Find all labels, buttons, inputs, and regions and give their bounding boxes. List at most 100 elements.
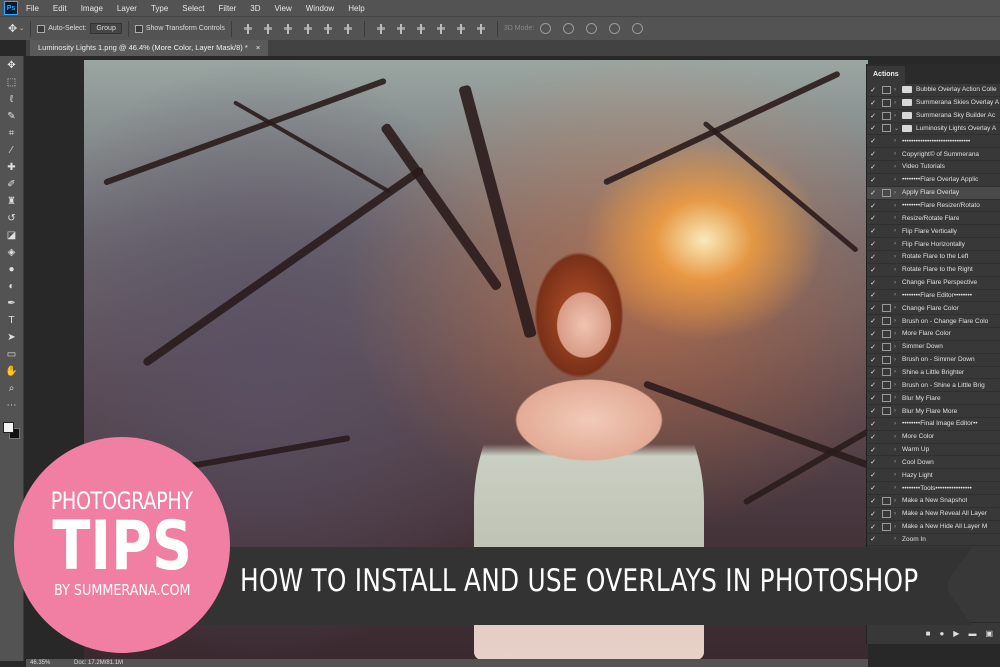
toggle-dialog-icon[interactable] — [882, 85, 891, 94]
hand-tool-icon[interactable]: ✋ — [5, 365, 19, 379]
toggle-dialog-icon[interactable] — [882, 111, 891, 120]
action-item[interactable]: ✓ › ••••••••Flare Resizer/Rotato — [867, 200, 1000, 213]
action-item[interactable]: ✓ › Flip Flare Vertically — [867, 225, 1000, 239]
toggle-item-checkmark-icon[interactable]: ✓ — [867, 189, 879, 197]
action-item[interactable]: ✓ › Cool Down — [867, 456, 1000, 470]
toggle-item-checkmark-icon[interactable]: ✓ — [867, 433, 879, 441]
menu-file[interactable]: File — [26, 4, 39, 13]
expand-arrow-icon[interactable]: ⌄ — [894, 125, 902, 132]
toggle-dialog-icon[interactable] — [882, 266, 891, 274]
menu-layer[interactable]: Layer — [117, 4, 137, 13]
expand-arrow-icon[interactable]: › — [894, 203, 902, 209]
document-tab[interactable]: Luminosity Lights 1.png @ 46.4% (More Co… — [30, 40, 269, 56]
action-item[interactable]: ✓ › Change Flare Color — [867, 302, 1000, 316]
toggle-dialog-icon[interactable] — [882, 150, 891, 158]
action-item[interactable]: ✓ › Brush on - Shine a Little Brig — [867, 379, 1000, 393]
expand-arrow-icon[interactable]: › — [894, 472, 902, 478]
menu-image[interactable]: Image — [81, 4, 103, 13]
toggle-item-checkmark-icon[interactable]: ✓ — [867, 368, 879, 376]
toggle-item-checkmark-icon[interactable]: ✓ — [867, 407, 879, 415]
action-item[interactable]: ✓ › Shine a Little Brighter — [867, 367, 1000, 380]
expand-arrow-icon[interactable]: › — [894, 459, 902, 465]
crop-tool-icon[interactable]: ⌗ — [5, 127, 19, 141]
action-item[interactable]: ✓ › Blur My Flare — [867, 392, 1000, 406]
expand-arrow-icon[interactable]: › — [894, 318, 902, 324]
toggle-item-checkmark-icon[interactable]: ✓ — [867, 266, 879, 274]
record-icon[interactable]: ● — [939, 629, 944, 638]
action-item[interactable]: ✓ › Make a New Reveal All Layer — [867, 508, 1000, 521]
toggle-item-checkmark-icon[interactable]: ✓ — [867, 99, 879, 107]
align-top-icon[interactable] — [242, 23, 253, 34]
toggle-item-checkmark-icon[interactable]: ✓ — [867, 124, 879, 132]
toggle-dialog-icon[interactable] — [882, 342, 891, 351]
action-item[interactable]: ✓ › Bubble Overlay Action Colle — [867, 84, 1000, 97]
toggle-dialog-icon[interactable] — [882, 522, 891, 531]
show-transform-checkbox[interactable] — [134, 24, 143, 33]
action-item[interactable]: ✓ › Copyright© of Summerana — [867, 148, 1000, 162]
toggle-dialog-icon[interactable] — [882, 355, 891, 364]
toggle-dialog-icon[interactable] — [882, 240, 891, 248]
action-item[interactable]: ✓ › Apply Flare Overlay — [867, 186, 1000, 200]
toggle-item-checkmark-icon[interactable]: ✓ — [867, 137, 879, 145]
toggle-dialog-icon[interactable] — [882, 176, 891, 184]
action-item[interactable]: ✓ › Change Flare Perspective — [867, 277, 1000, 290]
action-item[interactable]: ✓ › ••••••••Flare Editor•••••••• — [867, 290, 1000, 303]
toggle-dialog-icon[interactable] — [882, 535, 891, 543]
toggle-item-checkmark-icon[interactable]: ✓ — [867, 214, 879, 222]
toggle-dialog-icon[interactable] — [882, 124, 891, 133]
3d-slide-icon[interactable] — [609, 23, 621, 34]
action-item[interactable]: ✓ › More Color — [867, 431, 1000, 444]
action-item[interactable]: ✓ › Resize/Rotate Flare — [867, 212, 1000, 226]
action-item[interactable]: ✓ › Warm Up — [867, 444, 1000, 457]
expand-arrow-icon[interactable]: › — [894, 164, 902, 170]
new-set-icon[interactable]: ▬ — [968, 629, 976, 638]
align-bottom-icon[interactable] — [282, 23, 293, 34]
toggle-dialog-icon[interactable] — [882, 471, 891, 479]
distribute-hcenter-icon[interactable] — [455, 23, 466, 34]
stop-icon[interactable]: ■ — [926, 629, 931, 638]
toggle-item-checkmark-icon[interactable]: ✓ — [867, 253, 879, 261]
toggle-item-checkmark-icon[interactable]: ✓ — [867, 343, 879, 351]
action-item[interactable]: ✓ › Hazy Light — [867, 469, 1000, 483]
toggle-dialog-icon[interactable] — [882, 509, 891, 518]
3d-scale-icon[interactable] — [632, 23, 644, 34]
toggle-item-checkmark-icon[interactable]: ✓ — [867, 381, 879, 389]
action-item[interactable]: ✓ › •••••••••••••••••••••••••••••• — [867, 135, 1000, 149]
distribute-left-icon[interactable] — [435, 23, 446, 34]
distribute-right-icon[interactable] — [475, 23, 486, 34]
toggle-item-checkmark-icon[interactable]: ✓ — [867, 176, 879, 184]
expand-arrow-icon[interactable]: › — [894, 292, 902, 298]
expand-arrow-icon[interactable]: › — [894, 151, 902, 157]
toggle-item-checkmark-icon[interactable]: ✓ — [867, 86, 879, 94]
expand-arrow-icon[interactable]: › — [894, 408, 902, 414]
toggle-item-checkmark-icon[interactable]: ✓ — [867, 356, 879, 364]
dodge-tool-icon[interactable]: ◐ — [5, 280, 19, 294]
expand-arrow-icon[interactable]: › — [894, 305, 902, 311]
eraser-tool-icon[interactable]: ◪ — [5, 229, 19, 243]
brush-tool-icon[interactable]: ✐ — [5, 178, 19, 192]
expand-arrow-icon[interactable]: › — [894, 434, 902, 440]
toggle-dialog-icon[interactable] — [882, 304, 891, 313]
toggle-dialog-icon[interactable] — [882, 496, 891, 505]
action-item[interactable]: ✓ › Brush on - Change Flare Colo — [867, 315, 1000, 329]
action-item[interactable]: ✓ › Simmer Down — [867, 341, 1000, 354]
toggle-dialog-icon[interactable] — [882, 163, 891, 171]
action-item[interactable]: ✓ › Rotate Flare to the Right — [867, 264, 1000, 277]
action-item[interactable]: ✓ › Make a New Snapshot — [867, 495, 1000, 508]
toggle-item-checkmark-icon[interactable]: ✓ — [867, 304, 879, 312]
toggle-item-checkmark-icon[interactable]: ✓ — [867, 510, 879, 518]
action-item[interactable]: ✓ › More Flare Color — [867, 328, 1000, 341]
clone-stamp-tool-icon[interactable]: ♜ — [5, 195, 19, 209]
toggle-dialog-icon[interactable] — [882, 407, 891, 416]
toggle-item-checkmark-icon[interactable]: ✓ — [867, 523, 879, 531]
distribute-bottom-icon[interactable] — [415, 23, 426, 34]
expand-arrow-icon[interactable]: › — [894, 280, 902, 286]
expand-arrow-icon[interactable]: › — [894, 138, 902, 144]
menu-filter[interactable]: Filter — [219, 4, 237, 13]
menu-help[interactable]: Help — [348, 4, 364, 13]
expand-arrow-icon[interactable]: › — [894, 344, 902, 350]
expand-arrow-icon[interactable]: › — [894, 421, 902, 427]
toggle-dialog-icon[interactable] — [882, 214, 891, 222]
quick-select-tool-icon[interactable]: ✎ — [5, 110, 19, 124]
toggle-item-checkmark-icon[interactable]: ✓ — [867, 202, 879, 210]
